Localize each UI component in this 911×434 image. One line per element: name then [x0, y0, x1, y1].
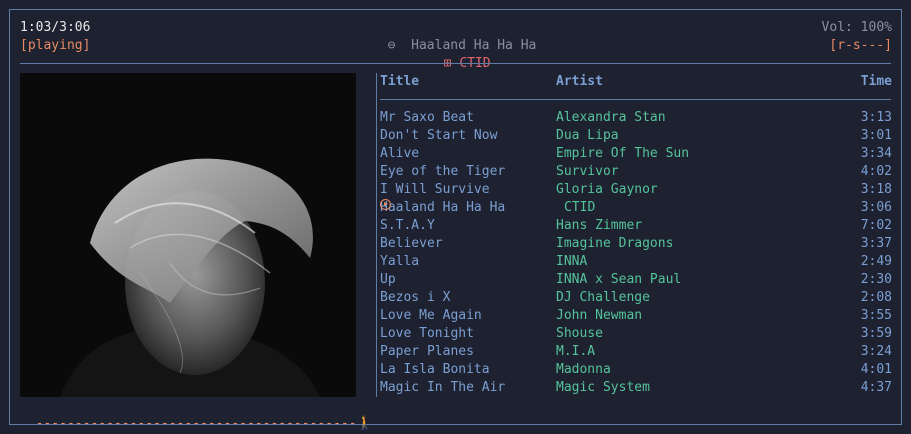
track-duration: 3:37	[860, 236, 892, 251]
track-title: Love Me Again	[380, 307, 482, 325]
track-title: Up	[380, 271, 396, 289]
track-artist: Alexandra Stan	[556, 110, 666, 125]
list-item[interactable]: Love Me Again John Newman 3:55	[380, 307, 892, 325]
track-title-text: Paper Planes	[380, 344, 474, 359]
track-title: Mr Saxo Beat	[380, 109, 474, 127]
header-underline	[380, 99, 891, 100]
track-title-text: Alive	[380, 146, 420, 161]
list-item[interactable]: Love Tonight Shouse 3:59	[380, 325, 892, 343]
track-artist: INNA	[556, 254, 588, 269]
track-duration: 2:30	[860, 272, 892, 287]
track-artist: Dua Lipa	[556, 128, 619, 143]
track-title: Love Tonight	[380, 325, 474, 343]
track-title-text: S.T.A.Y	[380, 218, 435, 233]
track-artist: Empire Of The Sun	[556, 146, 690, 161]
track-duration: 7:02	[860, 218, 892, 233]
track-duration: 3:59	[860, 326, 892, 341]
track-title-text: Haaland Ha Ha Ha	[380, 200, 506, 215]
track-artist: INNA x Sean Paul	[556, 272, 682, 287]
track-title-text: La Isla Bonita	[380, 362, 490, 377]
track-title-text: Love Tonight	[380, 326, 474, 341]
list-item[interactable]: La Isla Bonita Madonna 4:01	[380, 361, 892, 379]
now-playing-icon: ⊖	[387, 38, 396, 53]
playback-state: [playing]	[20, 38, 91, 53]
track-duration: 2:49	[860, 254, 892, 269]
track-artist: Imagine Dragons	[556, 236, 674, 251]
track-artist: Madonna	[556, 362, 611, 377]
track-title: Bezos i X	[380, 289, 450, 307]
walker-icon: 🚶	[356, 416, 373, 431]
list-item[interactable]: Believer Imagine Dragons 3:37	[380, 235, 892, 253]
now-playing-artist-line: ⊞ CTID	[428, 37, 491, 73]
list-item[interactable]: Magic In The Air Magic System 4:37	[380, 379, 892, 397]
track-artist: DJ Challenge	[556, 290, 650, 305]
progress-track: ----------------------------------------…	[35, 416, 357, 431]
track-title: Paper Planes	[380, 343, 474, 361]
list-item[interactable]: Alive Empire Of The Sun 3:34	[380, 145, 892, 163]
track-artist: M.I.A	[556, 344, 596, 359]
album-art	[20, 73, 356, 397]
track-title-text: Believer	[380, 236, 443, 251]
track-title: S.T.A.Y	[380, 217, 435, 235]
track-artist: CTID	[564, 200, 596, 215]
track-artist: Gloria Gaynor	[556, 182, 658, 197]
track-title-text: I Will Survive	[380, 182, 490, 197]
list-item-playing[interactable]: Haaland Ha Ha Ha CTID 3:06	[380, 199, 892, 217]
track-title-text: Magic In The Air	[380, 380, 506, 395]
track-artist: Magic System	[556, 380, 650, 395]
header-divider	[20, 63, 891, 64]
list-item[interactable]: Up INNA x Sean Paul 2:30	[380, 271, 892, 289]
list-item[interactable]: Bezos i X DJ Challenge 2:08	[380, 289, 892, 307]
list-item[interactable]: Mr Saxo Beat Alexandra Stan 3:13	[380, 109, 892, 127]
track-title: Believer	[380, 235, 443, 253]
list-item[interactable]: Don't Start Now Dua Lipa 3:01	[380, 127, 892, 145]
column-header-artist[interactable]: Artist	[556, 73, 603, 91]
track-artist: Hans Zimmer	[556, 218, 643, 233]
track-duration: 2:08	[860, 290, 892, 305]
track-title-text: Up	[380, 272, 396, 287]
track-artist: Survivor	[556, 164, 619, 179]
track-duration: 3:34	[860, 146, 892, 161]
track-artist: Shouse	[556, 326, 603, 341]
track-duration: 4:37	[860, 380, 892, 395]
track-duration: 3:06	[860, 200, 892, 215]
column-divider	[376, 73, 377, 397]
list-item[interactable]: S.T.A.Y Hans Zimmer 7:02	[380, 217, 892, 235]
track-title: Yalla	[380, 253, 419, 271]
track-title: Haaland Ha Ha Ha	[380, 199, 505, 217]
track-duration: 4:02	[860, 164, 892, 179]
elapsed-time: 1:03/3:06	[20, 20, 91, 35]
column-header-time[interactable]: Time	[861, 73, 892, 91]
list-item[interactable]: Yalla INNA 2:49	[380, 253, 892, 271]
track-title: Magic In The Air	[380, 379, 505, 397]
track-duration: 4:01	[860, 362, 892, 377]
track-title: Don't Start Now	[380, 127, 497, 145]
track-duration: 3:24	[860, 344, 892, 359]
track-title: Alive	[380, 145, 419, 163]
track-artist: John Newman	[556, 308, 643, 323]
track-title-text: Eye of the Tiger	[380, 164, 506, 179]
track-duration: 3:55	[860, 308, 892, 323]
track-title: La Isla Bonita	[380, 361, 490, 379]
mode-flags: [r-s---]	[829, 38, 892, 53]
list-item[interactable]: Paper Planes M.I.A 3:24	[380, 343, 892, 361]
track-title-text: Mr Saxo Beat	[380, 110, 474, 125]
progress-bar[interactable]: ----------------------------------------…	[20, 397, 373, 433]
volume-indicator[interactable]: Vol: 100%	[822, 19, 892, 37]
track-duration: 3:01	[860, 128, 892, 143]
column-header-title[interactable]: Title	[380, 73, 419, 91]
list-item[interactable]: I Will Survive Gloria Gaynor 3:18	[380, 181, 892, 199]
track-duration: 3:18	[860, 182, 892, 197]
track-title-text: Yalla	[380, 254, 420, 269]
list-item[interactable]: Eye of the Tiger Survivor 4:02	[380, 163, 892, 181]
track-title-text: Bezos i X	[380, 290, 451, 305]
track-title: I Will Survive	[380, 181, 490, 199]
track-duration: 3:13	[860, 110, 892, 125]
track-title: Eye of the Tiger	[380, 163, 505, 181]
now-playing-icon	[380, 199, 391, 210]
track-title-text: Love Me Again	[380, 308, 482, 323]
track-title-text: Don't Start Now	[380, 128, 498, 143]
